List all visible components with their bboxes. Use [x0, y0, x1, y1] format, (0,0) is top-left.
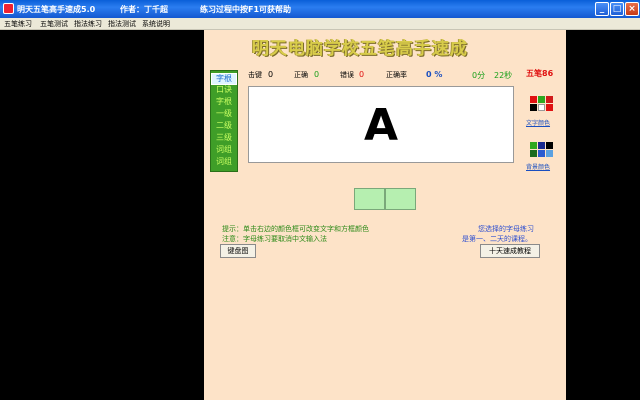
ten-day-course-button[interactable]: 十天速成教程 — [480, 244, 540, 258]
app-icon — [3, 3, 14, 14]
course-note-line-2: 是第一、二天的课程。 — [462, 235, 532, 243]
minimize-button[interactable]: _ — [595, 2, 609, 16]
author-label: 作者：丁千超 — [120, 5, 168, 14]
help-hint: 练习过程中按F1可获帮助 — [200, 5, 292, 14]
practice-item-phrases[interactable]: 词组 — [211, 145, 237, 155]
timer-minutes: 0分 — [472, 71, 486, 80]
hits-label: 击键 — [248, 71, 262, 79]
bg-color-swatches — [530, 142, 554, 164]
correct-label: 正确 — [294, 71, 308, 79]
menu-bar: 五笔练习 五笔测试 指法练习 指法测试 系统说明 — [0, 18, 640, 30]
menu-wubi-practice[interactable]: 五笔练习 — [4, 19, 32, 29]
practice-item-phrases-2[interactable]: 词组 — [211, 157, 237, 167]
brand-title: 明天电脑学校五笔高手速成 — [252, 39, 468, 59]
practice-item-level2[interactable]: 二级 — [211, 121, 237, 131]
keyboard-map-button[interactable]: 键盘图 — [220, 244, 256, 258]
swatch-white[interactable] — [538, 104, 545, 111]
menu-system-info[interactable]: 系统说明 — [142, 19, 170, 29]
swatch-dark-red[interactable] — [546, 96, 553, 103]
course-note-line-1: 您选择的字母练习 — [478, 225, 534, 233]
swatch-bg-light-blue[interactable] — [546, 150, 553, 157]
swatch-bg-dark-green[interactable] — [530, 150, 537, 157]
current-character: A — [363, 100, 399, 151]
correct-value: 0 — [314, 70, 320, 79]
swatch-black[interactable] — [530, 104, 537, 111]
tip-line-2: 注意：字母练习要取消中文输入法 — [222, 235, 327, 243]
errors-label: 错误 — [340, 71, 354, 79]
timer-seconds: 22秒 — [494, 71, 513, 80]
bg-color-link[interactable]: 背景颜色 — [526, 162, 550, 171]
title-bar: 明天五笔高手速成5.0 作者：丁千超 练习过程中按F1可获帮助 _ □ × — [0, 0, 640, 18]
practice-menu: 字根 口诀 字根 一级 二级 三级 词组 词组 — [210, 70, 238, 172]
wubi-version-label: 五笔86 — [526, 69, 554, 78]
typing-input-area[interactable] — [354, 188, 416, 210]
hits-value: 0 — [268, 70, 274, 79]
practice-item-rhyme[interactable]: 口诀 — [211, 85, 237, 95]
errors-value: 0 — [359, 70, 365, 79]
maximize-button[interactable]: □ — [610, 2, 624, 16]
swatch-red[interactable] — [530, 96, 537, 103]
practice-item-level1[interactable]: 一级 — [211, 109, 237, 119]
swatch-green[interactable] — [538, 96, 545, 103]
close-button[interactable]: × — [625, 2, 639, 16]
menu-wubi-test[interactable]: 五笔测试 — [40, 19, 68, 29]
practice-item-roots[interactable]: 字根 — [211, 97, 237, 107]
swatch-bg-blue[interactable] — [538, 150, 545, 157]
input-box-1[interactable] — [354, 188, 385, 210]
tip-line-1: 提示：单击右边的颜色框可改变文字和方框颜色 — [222, 225, 369, 233]
rate-value: 0 % — [426, 70, 443, 79]
menu-fingering-test[interactable]: 指法测试 — [108, 19, 136, 29]
rate-label: 正确率 — [386, 71, 407, 79]
swatch-bg-black[interactable] — [546, 142, 553, 149]
menu-fingering-practice[interactable]: 指法练习 — [74, 19, 102, 29]
character-display: A — [248, 86, 514, 163]
text-color-swatches — [530, 96, 554, 118]
practice-item-letters[interactable]: 字根 — [211, 73, 237, 85]
swatch-red-2[interactable] — [546, 104, 553, 111]
window-title: 明天五笔高手速成5.0 — [17, 5, 96, 14]
main-panel: 明天电脑学校五笔高手速成 字根 口诀 字根 一级 二级 三级 词组 词组 击键 … — [204, 30, 566, 400]
input-box-2[interactable] — [385, 188, 416, 210]
swatch-bg-navy[interactable] — [538, 142, 545, 149]
text-color-link[interactable]: 文字颜色 — [526, 118, 550, 127]
practice-item-level3[interactable]: 三级 — [211, 133, 237, 143]
swatch-bg-green[interactable] — [530, 142, 537, 149]
